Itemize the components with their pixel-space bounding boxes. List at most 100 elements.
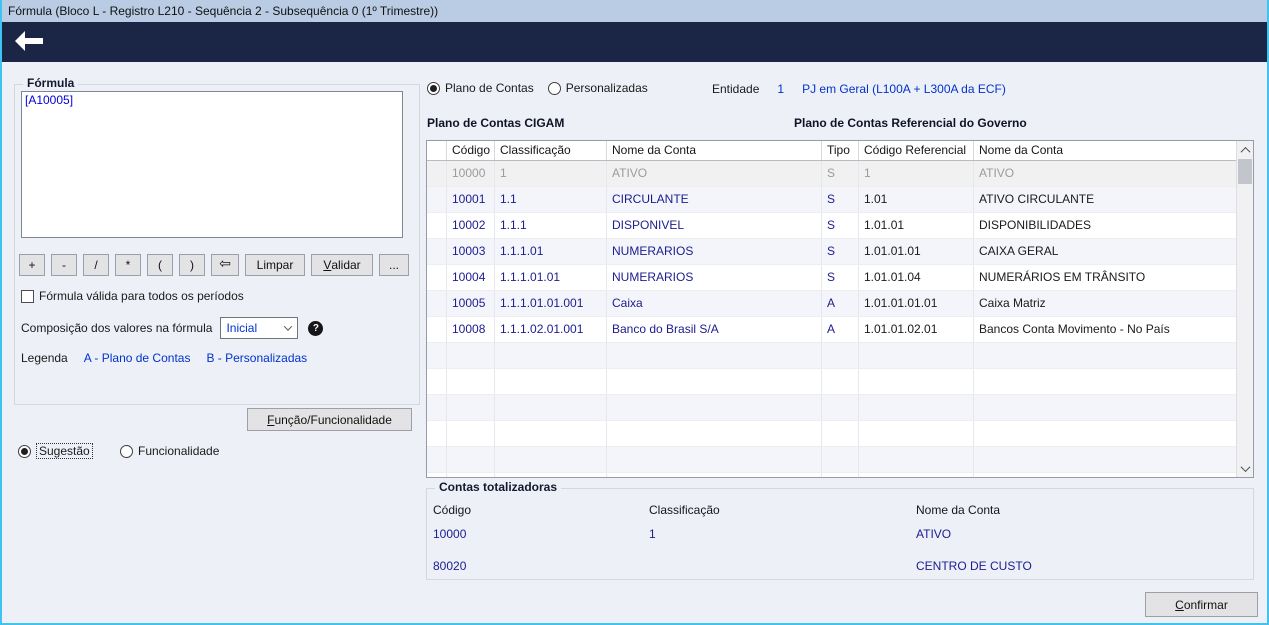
cell-nomeref[interactable]: ATIVO bbox=[974, 161, 1237, 186]
radio-functionality-circle[interactable] bbox=[120, 444, 133, 458]
cell-codref[interactable] bbox=[859, 395, 974, 420]
table-row[interactable]: 10000 1 ATIVO S 1 ATIVO bbox=[427, 161, 1237, 187]
header-codigo[interactable]: Código bbox=[447, 141, 495, 160]
more-button[interactable]: ... bbox=[379, 254, 409, 276]
cell-sel[interactable] bbox=[427, 239, 447, 264]
header-codigo-referencial[interactable]: Código Referencial bbox=[859, 141, 974, 160]
vertical-scrollbar[interactable] bbox=[1236, 141, 1253, 477]
validate-button[interactable]: Validar bbox=[311, 254, 373, 276]
cell-nome[interactable]: NUMERARIOS bbox=[607, 239, 822, 264]
cell-nome[interactable] bbox=[607, 369, 822, 394]
cell-tipo[interactable] bbox=[822, 473, 859, 477]
table-row[interactable]: 10002 1.1.1 DISPONIVEL S 1.01.01 DISPONIBILID… bbox=[427, 213, 1237, 239]
cell-sel[interactable] bbox=[427, 369, 447, 394]
cell-nomeref[interactable]: Caixa Matriz bbox=[974, 291, 1237, 316]
cell-cls[interactable] bbox=[495, 395, 607, 420]
cell-cls[interactable] bbox=[495, 447, 607, 472]
cell-sel[interactable] bbox=[427, 343, 447, 368]
header-nome-da-conta[interactable]: Nome da Conta bbox=[607, 141, 822, 160]
open-paren-button[interactable]: ( bbox=[147, 254, 173, 276]
cell-sel[interactable] bbox=[427, 317, 447, 342]
cell-sel[interactable] bbox=[427, 291, 447, 316]
header-nome-da-conta-ref[interactable]: Nome da Conta bbox=[974, 141, 1237, 160]
cell-cls[interactable] bbox=[495, 369, 607, 394]
cell-nomeref[interactable]: NUMERÁRIOS EM TRÂNSITO bbox=[974, 265, 1237, 290]
cell-nomeref[interactable] bbox=[974, 447, 1237, 472]
composition-select[interactable]: Inicial bbox=[220, 317, 299, 339]
cell-cls[interactable]: 1 bbox=[495, 161, 607, 186]
radio-custom[interactable]: Personalizadas bbox=[547, 81, 648, 95]
cell-nomeref[interactable] bbox=[974, 343, 1237, 368]
table-row[interactable]: 10003 1.1.1.01 NUMERARIOS S 1.01.01.01 CAIXA … bbox=[427, 239, 1237, 265]
cell-tipo[interactable]: A bbox=[822, 317, 859, 342]
cell-sel[interactable] bbox=[427, 213, 447, 238]
cell-codigo[interactable] bbox=[447, 369, 495, 394]
cell-tipo[interactable]: S bbox=[822, 187, 859, 212]
clear-button[interactable]: Limpar bbox=[245, 254, 305, 276]
cell-codref[interactable] bbox=[859, 369, 974, 394]
cell-codigo[interactable] bbox=[447, 395, 495, 420]
cell-cls[interactable]: 1.1 bbox=[495, 187, 607, 212]
cell-codigo[interactable]: 10000 bbox=[447, 161, 495, 186]
cell-codref[interactable]: 1.01.01.01 bbox=[859, 239, 974, 264]
cell-tipo[interactable] bbox=[822, 369, 859, 394]
table-row[interactable] bbox=[427, 447, 1237, 473]
cell-nomeref[interactable] bbox=[974, 395, 1237, 420]
scroll-up-button[interactable] bbox=[1237, 142, 1253, 158]
cell-codref[interactable]: 1 bbox=[859, 161, 974, 186]
cell-sel[interactable] bbox=[427, 473, 447, 477]
cell-tipo[interactable]: S bbox=[822, 213, 859, 238]
cell-cls[interactable]: 1.1.1.01 bbox=[495, 239, 607, 264]
cell-codigo[interactable] bbox=[447, 421, 495, 446]
cell-nome[interactable]: ATIVO bbox=[607, 161, 822, 186]
radio-custom-circle[interactable] bbox=[547, 81, 561, 95]
table-row[interactable] bbox=[427, 369, 1237, 395]
scrollbar-thumb[interactable] bbox=[1238, 159, 1252, 184]
header-tipo[interactable]: Tipo bbox=[822, 141, 859, 160]
cell-nomeref[interactable] bbox=[974, 473, 1237, 477]
table-row[interactable] bbox=[427, 421, 1237, 447]
cell-codigo[interactable] bbox=[447, 473, 495, 477]
cell-sel[interactable] bbox=[427, 187, 447, 212]
cell-sel[interactable] bbox=[427, 447, 447, 472]
cell-codref[interactable]: 1.01.01.02.01 bbox=[859, 317, 974, 342]
cell-nomeref[interactable]: Bancos Conta Movimento - No País bbox=[974, 317, 1237, 342]
cell-cls[interactable]: 1.1.1.02.01.001 bbox=[495, 317, 607, 342]
cell-nome[interactable]: DISPONIVEL bbox=[607, 213, 822, 238]
cell-codigo[interactable]: 10002 bbox=[447, 213, 495, 238]
help-icon[interactable]: ? bbox=[308, 320, 324, 336]
cell-codigo[interactable]: 10008 bbox=[447, 317, 495, 342]
cell-tipo[interactable] bbox=[822, 447, 859, 472]
cell-codref[interactable]: 1.01.01 bbox=[859, 213, 974, 238]
cell-nome[interactable]: CIRCULANTE bbox=[607, 187, 822, 212]
cell-codref[interactable] bbox=[859, 447, 974, 472]
multiply-button[interactable]: * bbox=[115, 254, 141, 276]
table-row[interactable] bbox=[427, 473, 1237, 477]
cell-nome[interactable]: NUMERARIOS bbox=[607, 265, 822, 290]
cell-codref[interactable] bbox=[859, 473, 974, 477]
cell-codigo[interactable] bbox=[447, 343, 495, 368]
header-selector[interactable] bbox=[427, 141, 447, 160]
cell-nome[interactable] bbox=[607, 343, 822, 368]
close-paren-button[interactable]: ) bbox=[179, 254, 205, 276]
cell-cls[interactable] bbox=[495, 421, 607, 446]
cell-cls[interactable] bbox=[495, 343, 607, 368]
cell-nome[interactable] bbox=[607, 421, 822, 446]
radio-plan-accounts-circle[interactable] bbox=[427, 81, 440, 95]
cell-codref[interactable]: 1.01.01.04 bbox=[859, 265, 974, 290]
cell-cls[interactable]: 1.1.1.01.01.001 bbox=[495, 291, 607, 316]
back-button[interactable] bbox=[14, 28, 54, 56]
plus-button[interactable]: + bbox=[19, 254, 45, 276]
cell-tipo[interactable]: S bbox=[822, 265, 859, 290]
cell-codigo[interactable]: 10001 bbox=[447, 187, 495, 212]
cell-nome[interactable] bbox=[607, 473, 822, 477]
backspace-button[interactable]: ⇦ bbox=[211, 254, 239, 276]
cell-cls[interactable] bbox=[495, 473, 607, 477]
cell-codigo[interactable] bbox=[447, 447, 495, 472]
cell-nomeref[interactable]: CAIXA GERAL bbox=[974, 239, 1237, 264]
table-row[interactable] bbox=[427, 343, 1237, 369]
cell-tipo[interactable]: S bbox=[822, 239, 859, 264]
cell-tipo[interactable]: S bbox=[822, 161, 859, 186]
cell-nomeref[interactable]: DISPONIBILIDADES bbox=[974, 213, 1237, 238]
radio-suggestion[interactable]: Sugestão bbox=[18, 443, 120, 459]
